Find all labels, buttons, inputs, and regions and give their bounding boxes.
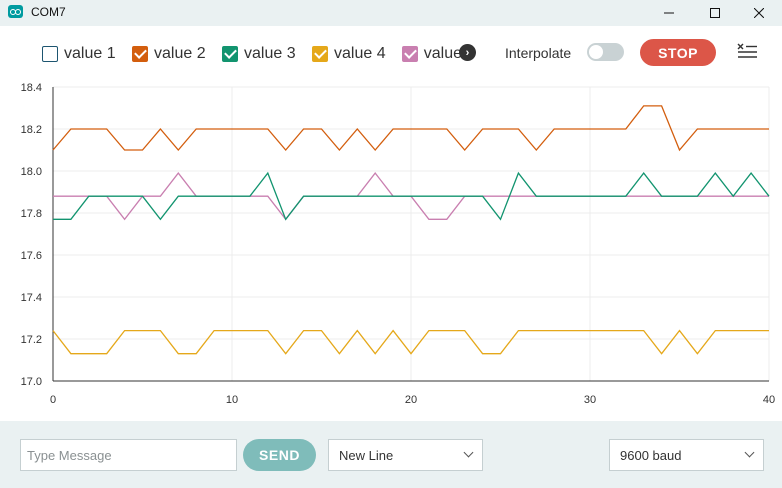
y-tick-label: 18.4 <box>21 82 42 94</box>
stop-button[interactable]: STOP <box>640 39 716 66</box>
send-button[interactable]: SEND <box>243 439 316 471</box>
checkbox-icon[interactable] <box>132 46 148 62</box>
window-title: COM7 <box>31 5 66 19</box>
chevron-down-icon <box>744 447 755 458</box>
line-ending-value: New Line <box>339 447 394 463</box>
x-axis-ticks: 0 10 20 30 40 <box>50 394 775 406</box>
plotter-toolbar: value 1 value 2 value 3 value 4 value › … <box>0 26 782 80</box>
bottom-bar: SEND New Line 9600 baud <box>0 421 782 488</box>
legend-item-value-1[interactable]: value 1 <box>42 44 116 64</box>
chevron-right-icon: › <box>465 46 470 59</box>
arduino-icon <box>8 5 23 18</box>
minimize-button[interactable] <box>646 0 692 26</box>
x-tick-label: 40 <box>763 394 775 406</box>
x-tick-label: 20 <box>405 394 417 406</box>
legend-item-value-4[interactable]: value 4 <box>312 44 386 64</box>
interpolate-toggle[interactable] <box>587 43 624 61</box>
toggle-knob <box>589 45 603 59</box>
legend-label: value 1 <box>64 45 116 62</box>
y-tick-label: 18.2 <box>21 124 42 136</box>
y-tick-label: 17.8 <box>21 208 42 220</box>
serial-plot-chart: 17.0 17.2 17.4 17.6 17.8 18.0 18.2 18.4 0 10 20 30… <box>21 82 776 406</box>
close-button[interactable] <box>736 0 782 26</box>
checkbox-icon[interactable] <box>312 46 328 62</box>
x-tick-label: 30 <box>584 394 596 406</box>
chart-grid <box>52 86 770 382</box>
legend-item-value-3[interactable]: value 3 <box>222 44 296 64</box>
title-bar: COM7 <box>0 0 782 26</box>
checkbox-icon[interactable] <box>402 46 418 62</box>
interpolate-label: Interpolate <box>505 45 572 61</box>
y-tick-label: 17.0 <box>21 376 42 388</box>
y-tick-label: 17.4 <box>21 292 42 304</box>
baud-rate-select[interactable]: 9600 baud <box>609 439 764 471</box>
checkbox-icon[interactable] <box>42 46 58 62</box>
legend-scroll-right-button[interactable]: › <box>459 44 476 61</box>
message-input[interactable] <box>20 439 237 471</box>
legend-item-value-5[interactable]: value <box>402 44 462 64</box>
maximize-button[interactable] <box>692 0 738 26</box>
y-tick-label: 17.2 <box>21 334 42 346</box>
y-tick-label: 17.6 <box>21 250 42 262</box>
maximize-icon <box>710 8 720 18</box>
legend-label: value 4 <box>334 45 386 62</box>
y-axis-ticks: 17.0 17.2 17.4 17.6 17.8 18.0 18.2 18.4 <box>21 82 42 388</box>
x-tick-label: 10 <box>226 394 238 406</box>
legend-item-value-2[interactable]: value 2 <box>132 44 206 64</box>
legend-label: value 3 <box>244 45 296 62</box>
x-tick-label: 0 <box>50 394 56 406</box>
checkbox-icon[interactable] <box>222 46 238 62</box>
y-tick-label: 18.0 <box>21 166 42 178</box>
close-icon <box>754 8 764 18</box>
baud-rate-value: 9600 baud <box>620 447 682 463</box>
minimize-icon <box>664 12 674 14</box>
chevron-down-icon <box>463 447 474 458</box>
line-ending-select[interactable]: New Line <box>328 439 483 471</box>
legend-label: value <box>423 45 462 62</box>
legend-label: value 2 <box>154 45 206 62</box>
clear-output-icon[interactable] <box>736 42 758 62</box>
